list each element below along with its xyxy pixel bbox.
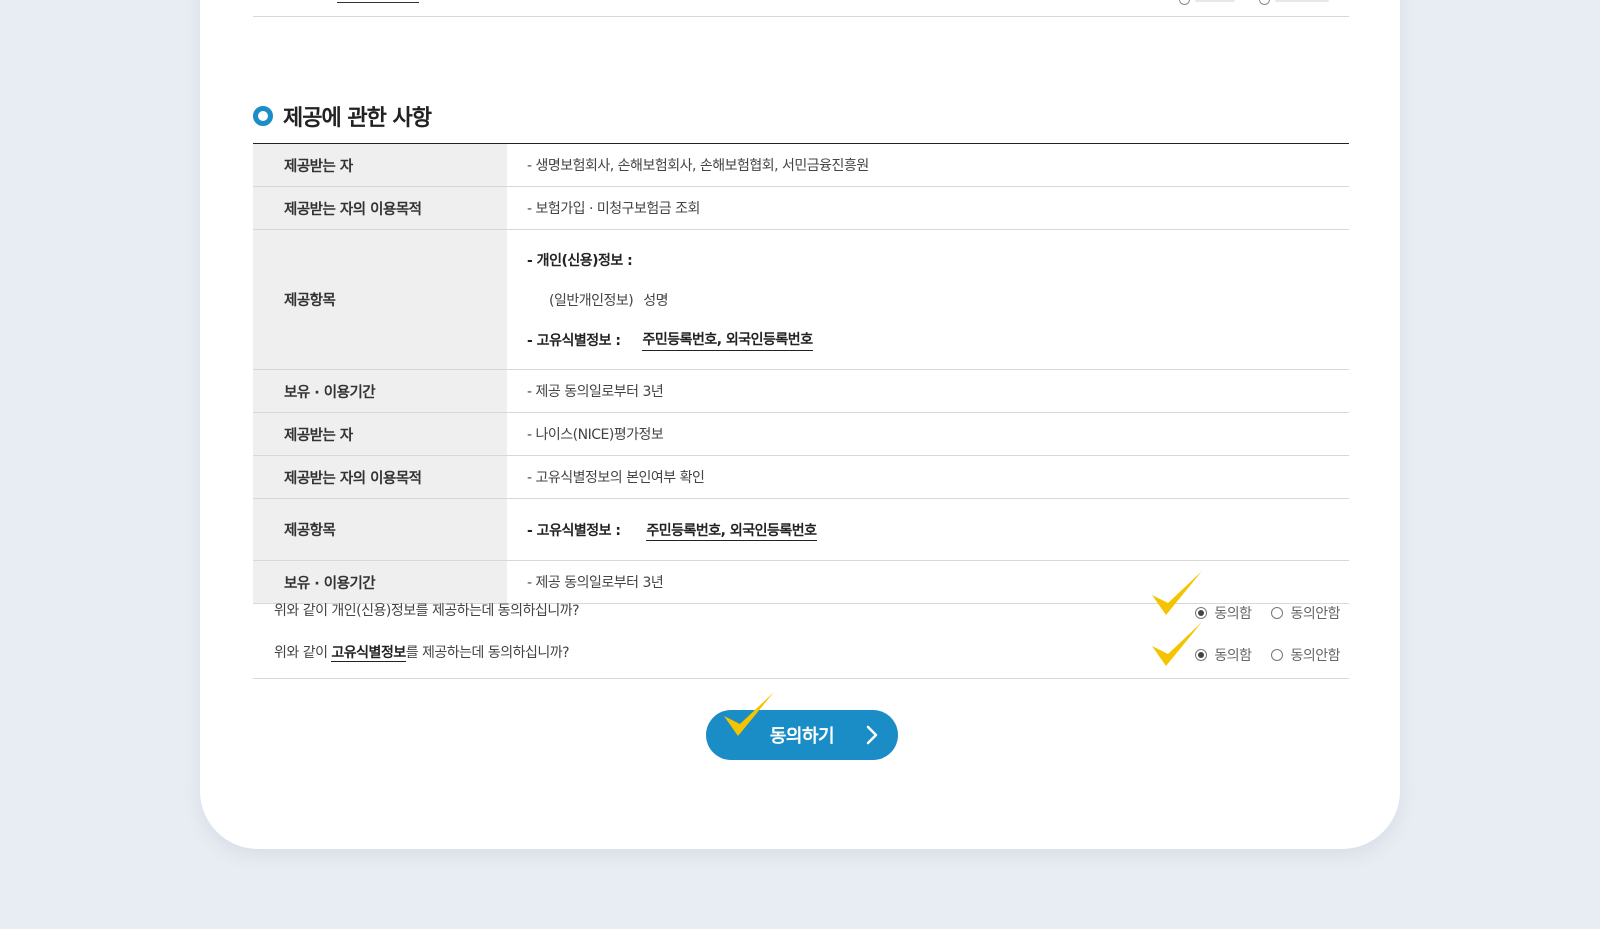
consent-question-unique: 위와 같이 고유식별정보를 제공하는데 동의하십니까? [274,642,570,662]
consent-question-highlight: 고유식별정보 [331,645,406,662]
table-row: 보유 · 이용기간 - 제공 동의일로부터 3년 [253,369,1349,413]
checkmark-icon [1152,622,1202,666]
previous-underline [337,2,419,3]
period-value: - 제공 동의일로부터 3년 [507,369,1349,413]
items-personal-label: - 개인(신용)정보 : [527,252,633,269]
period-label: 보유 · 이용기간 [253,369,507,413]
checkmark-icon [724,692,774,736]
items-unique-label: - 고유식별정보 : [527,332,621,349]
recipient-value: - 생명보험회사, 손해보험회사, 손해보험협회, 서민금융진흥원 [507,143,1349,187]
radio-disagree-unique[interactable] [1271,649,1284,661]
consent-radio-group-unique: 동의함 동의안함 [1195,645,1340,665]
purpose-label: 제공받는 자의 이용목적 [253,455,507,499]
items-general-line: (일반개인정보) 성명 [527,280,1348,320]
table-row: 제공받는 자 - 나이스(NICE)평가정보 [253,412,1349,456]
items-personal-line: - 개인(신용)정보 : [527,240,1348,280]
consent-question-prefix: 위와 같이 [274,645,332,661]
table-row: 제공받는 자 - 생명보험회사, 손해보험회사, 손해보험협회, 서민금융진흥원 [253,143,1349,187]
items-unique-value: 주민등록번호, 외국인등록번호 [642,329,813,351]
table-row: 제공항목 - 고유식별정보 : 주민등록번호, 외국인등록번호 [253,498,1349,561]
items-label: 제공항목 [253,229,507,370]
section-header: 제공에 관한 사항 [253,100,432,132]
recipient-label: 제공받는 자 [253,412,507,456]
items-general-label: (일반개인정보) [549,292,634,309]
items-unique-line: - 고유식별정보 : 주민등록번호, 외국인등록번호 [527,320,1348,360]
purpose-label: 제공받는 자의 이용목적 [253,186,507,230]
radio-disagree-label[interactable]: 동의안함 [1290,645,1340,665]
section-title: 제공에 관한 사항 [283,106,432,131]
items-unique-value: 주민등록번호, 외국인등록번호 [646,522,817,541]
previous-radio-agree-label [1195,0,1235,2]
table-row: 제공항목 - 개인(신용)정보 : (일반개인정보) 성명 - 고유식별정보 :… [253,229,1349,370]
consent-radio-group-personal: 동의함 동의안함 [1195,603,1340,623]
items-general-value: 성명 [643,292,668,309]
items-unique-label: - 고유식별정보 : [527,522,621,539]
agree-button-label: 동의하기 [769,726,835,747]
purpose-value: - 보험가입 · 미청구보험금 조회 [507,186,1349,230]
circle-bullet-icon [253,106,273,126]
previous-radio-agree[interactable] [1179,0,1190,5]
checkmark-icon [1152,622,1202,666]
chevron-right-icon [866,725,878,745]
provision-table: 제공받는 자 - 생명보험회사, 손해보험회사, 손해보험협회, 서민금융진흥원… [253,143,1349,604]
recipient-value: - 나이스(NICE)평가정보 [507,412,1349,456]
table-row: 제공받는 자의 이용목적 - 고유식별정보의 본인여부 확인 [253,455,1349,499]
table-row: 제공받는 자의 이용목적 - 보험가입 · 미청구보험금 조회 [253,186,1349,230]
consent-question-personal: 위와 같이 개인(신용)정보를 제공하는데 동의하십니까? [274,603,580,619]
previous-radio-disagree-label [1275,0,1329,2]
consent-question-suffix: 를 제공하는데 동의하십니까? [405,645,570,661]
radio-disagree-personal[interactable] [1271,607,1284,619]
purpose-value: - 고유식별정보의 본인여부 확인 [507,455,1349,499]
radio-agree-label[interactable]: 동의함 [1214,645,1252,665]
recipient-label: 제공받는 자 [253,143,507,187]
items-label: 제공항목 [253,498,507,561]
radio-disagree-label[interactable]: 동의안함 [1290,603,1340,623]
radio-agree-label[interactable]: 동의함 [1214,603,1252,623]
previous-radio-disagree[interactable] [1259,0,1270,5]
items-value: - 고유식별정보 : 주민등록번호, 외국인등록번호 [507,498,1349,561]
checkmark-icon [724,692,774,736]
previous-section-remnant [253,0,1349,17]
checkmark-icon [1152,571,1202,615]
items-value: - 개인(신용)정보 : (일반개인정보) 성명 - 고유식별정보 : 주민등록… [507,229,1349,370]
checkmark-icon [1152,571,1202,615]
